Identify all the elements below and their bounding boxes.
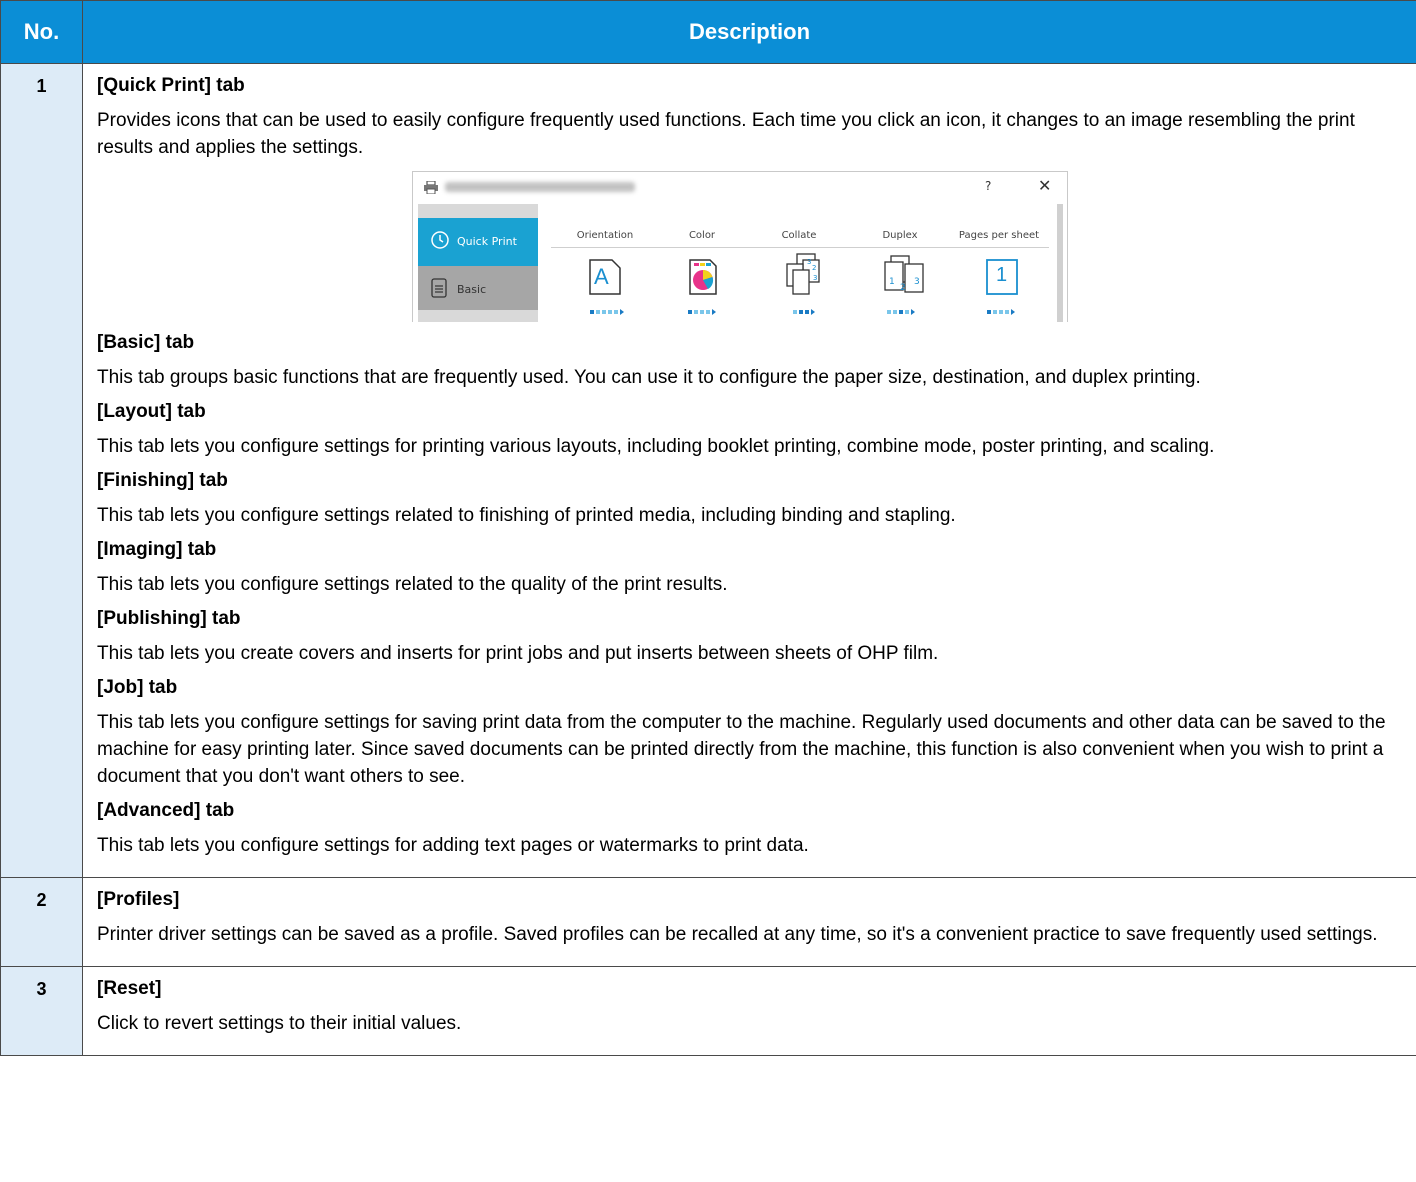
svg-text:3: 3: [914, 277, 920, 287]
clock-icon: [431, 231, 449, 249]
tab-quick-print[interactable]: Quick Print: [418, 218, 538, 266]
collate-progress-indicator: [793, 309, 815, 315]
section-text: This tab lets you create covers and inse…: [97, 643, 939, 664]
section-heading: [Publishing] tab: [97, 608, 241, 629]
dialog-scrollbar[interactable]: [1057, 204, 1063, 322]
duplex-progress-indicator: [887, 309, 915, 315]
column-color: Color: [688, 230, 716, 241]
printer-dialog-screenshot: ? ✕ Quick Print Basic Orientation Color …: [412, 171, 1068, 322]
table-row: 3 [Reset] Click to revert settings to th…: [0, 966, 1416, 1056]
document-icon: [431, 278, 447, 298]
section-text: This tab lets you configure settings rel…: [97, 574, 728, 595]
table-header-row: No. Description: [0, 0, 1416, 64]
column-rule: [551, 247, 1049, 248]
svg-text:3: 3: [807, 258, 811, 266]
orientation-option[interactable]: A: [588, 258, 622, 296]
section-text: Click to revert settings to their initia…: [97, 1013, 462, 1034]
printer-icon: [424, 181, 438, 194]
row-number: 2: [0, 877, 83, 967]
section-text: This tab lets you configure settings for…: [97, 835, 809, 856]
section-text: This tab lets you configure settings for…: [97, 436, 1215, 457]
row-description: [Quick Print] tab Provides icons that ca…: [82, 63, 1416, 878]
svg-text:3: 3: [813, 274, 817, 282]
pages-progress-indicator: [987, 309, 1015, 315]
section-text: This tab lets you configure settings for…: [97, 712, 1386, 787]
header-no: No.: [0, 0, 83, 64]
svg-text:2: 2: [812, 264, 816, 272]
section-text: This tab groups basic functions that are…: [97, 367, 1201, 388]
column-collate: Collate: [781, 230, 817, 241]
section-text: Provides icons that can be used to easil…: [97, 110, 1355, 158]
table-row: 1 [Quick Print] tab Provides icons that …: [0, 63, 1416, 878]
section-heading: [Job] tab: [97, 677, 178, 698]
tab-basic[interactable]: Basic: [418, 266, 538, 310]
column-pages-per-sheet: Pages per sheet: [958, 230, 1040, 241]
section-heading: [Finishing] tab: [97, 470, 228, 491]
section-text: This tab lets you configure settings rel…: [97, 505, 956, 526]
section-heading: [Reset]: [97, 978, 162, 999]
section-heading: [Basic] tab: [97, 332, 195, 353]
pages-per-sheet-option[interactable]: 1: [985, 258, 1019, 296]
description-table: No. Description 1 [Quick Print] tab Prov…: [0, 0, 1416, 1056]
row-description: [Profiles] Printer driver settings can b…: [82, 877, 1416, 967]
dialog-titlebar: ? ✕: [413, 172, 1067, 204]
header-description: Description: [82, 0, 1416, 64]
help-button[interactable]: ?: [985, 179, 991, 193]
row-description: [Reset] Click to revert settings to thei…: [82, 966, 1416, 1056]
svg-text:2: 2: [900, 283, 906, 293]
close-button[interactable]: ✕: [1038, 176, 1051, 195]
orientation-glyph: A: [594, 264, 609, 289]
row-number: 3: [0, 966, 83, 1056]
tab-quick-print-label: Quick Print: [457, 235, 517, 248]
section-heading: [Profiles]: [97, 889, 180, 910]
table-row: 2 [Profiles] Printer driver settings can…: [0, 877, 1416, 967]
duplex-option-icon[interactable]: 1 2 3: [883, 254, 927, 296]
section-heading: [Advanced] tab: [97, 800, 235, 821]
section-heading: [Imaging] tab: [97, 539, 217, 560]
column-duplex: Duplex: [882, 230, 918, 241]
column-orientation: Orientation: [576, 230, 634, 241]
section-heading: [Layout] tab: [97, 401, 206, 422]
color-progress-indicator: [688, 309, 716, 315]
orientation-progress-indicator: [590, 309, 624, 315]
row-number: 1: [0, 63, 83, 878]
dialog-title-blurred: [445, 182, 635, 192]
collate-option-icon[interactable]: 3 2 3: [785, 252, 821, 298]
color-option-icon[interactable]: [688, 258, 718, 296]
section-heading: [Quick Print] tab: [97, 75, 245, 96]
pages-glyph: 1: [996, 264, 1008, 286]
dialog-screenshot-wrap: ? ✕ Quick Print Basic Orientation Color …: [97, 171, 1402, 326]
section-text: Printer driver settings can be saved as …: [97, 924, 1378, 945]
tab-basic-label: Basic: [457, 283, 487, 296]
svg-text:1: 1: [889, 277, 895, 287]
